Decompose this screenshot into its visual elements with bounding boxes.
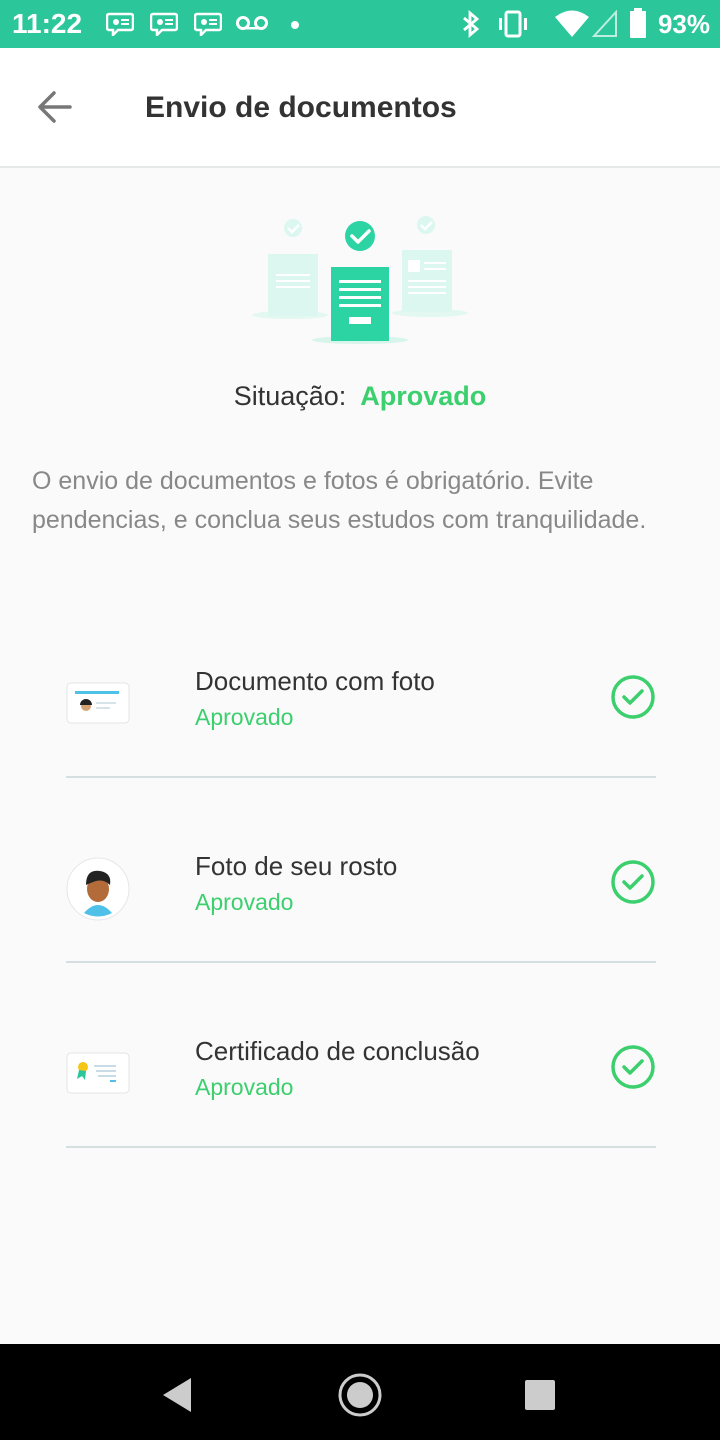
arrow-back-icon [38,91,72,123]
description-text: O envio de documentos e fotos é obrigató… [32,467,647,534]
face-photo-icon [66,857,130,921]
documents-illustration [252,216,468,344]
triangle-back-icon [163,1378,191,1412]
document-status: Aprovado [195,704,294,730]
system-navigation-bar [0,1344,720,1440]
page-title: Envio de documentos [145,91,457,124]
divider [66,1146,656,1148]
document-name: Foto de seu rosto [195,851,398,881]
nav-recents-button[interactable] [517,1372,563,1418]
voicemail-icon [236,16,268,30]
situation-row: Situação: Aprovado [0,378,720,414]
nav-home-button[interactable] [337,1372,383,1418]
back-button[interactable] [26,82,86,132]
battery-percentage: 93% [657,9,710,39]
document-item-face-photo[interactable]: Foto de seu rosto Aprovado [66,843,656,963]
divider [66,776,656,778]
document-status: Aprovado [195,889,294,915]
document-name: Documento com foto [195,666,435,696]
document-name: Certificado de conclusão [195,1036,480,1066]
situation-value: Aprovado [360,381,487,411]
nav-back-button[interactable] [155,1372,201,1418]
signal-icon [592,10,617,37]
message-icon [150,12,178,36]
check-circle-icon [611,1045,655,1089]
battery-icon [630,8,646,38]
document-item-certificate[interactable]: Certificado de conclusão Aprovado [66,1028,656,1148]
circle-home-icon [338,1373,382,1417]
message-icon [106,12,134,36]
divider [66,961,656,963]
situation-label: Situação: [233,381,347,411]
message-icon [194,12,222,36]
document-status: Aprovado [195,1074,294,1100]
wifi-icon [555,10,589,37]
status-bar: 11:22 93% [0,0,720,48]
check-circle-icon [611,675,655,719]
status-time: 11:22 [12,8,83,39]
square-recents-icon [525,1380,555,1410]
id-card-icon [66,682,130,724]
vibrate-icon [499,10,527,38]
certificate-icon [66,1052,130,1094]
check-circle-icon [611,860,655,904]
bluetooth-icon [463,10,480,38]
app-bar: Envio de documentos [0,48,720,168]
document-item-photo-id[interactable]: Documento com foto Aprovado [66,658,656,778]
dot-icon [291,21,299,29]
